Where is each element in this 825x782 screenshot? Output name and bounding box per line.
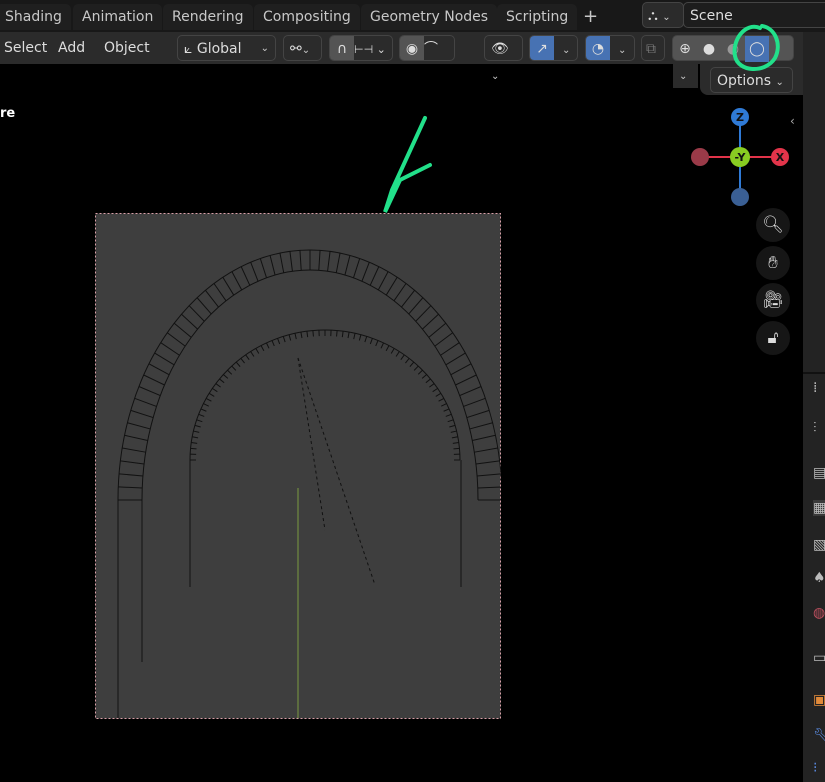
gizmo-neg-x-axis — [691, 148, 709, 166]
zoom-icon[interactable]: 🔍︎ — [756, 208, 790, 242]
navigation-gizmo: Z X -Y — [691, 108, 789, 206]
modifier-properties-icon[interactable]: 🔧︎ — [813, 728, 825, 744]
collection-properties-icon[interactable]: ▭ — [813, 650, 825, 666]
lock-icon[interactable]: 🔓︎ — [756, 321, 790, 355]
arch-tick — [336, 330, 338, 337]
particles-icon[interactable]: ⁝ — [813, 760, 817, 776]
arch-tick — [312, 330, 314, 337]
svg-text:-Y: -Y — [735, 151, 747, 164]
annotation-circle — [732, 24, 780, 71]
scene-properties-icon[interactable]: ♠ — [813, 570, 825, 586]
gizmo-neg-z-axis — [731, 188, 749, 206]
annotation-arrow — [383, 116, 432, 213]
output-properties-icon[interactable]: ▦ — [813, 500, 825, 516]
world-properties-icon[interactable]: ◍ — [813, 605, 825, 621]
render-properties-icon[interactable]: ▤ — [813, 465, 825, 481]
object-properties-icon[interactable]: ▣ — [813, 692, 825, 708]
arch-tick — [453, 447, 460, 450]
annotation-strokes — [383, 24, 780, 213]
viewport-drawing: Z X -Y — [95, 24, 789, 719]
svg-text:X: X — [776, 151, 785, 164]
pan-hand-icon[interactable]: ✋︎ — [756, 246, 790, 280]
view-layer-icon[interactable]: ▧ — [813, 537, 825, 553]
camera-view-icon[interactable]: 🎥︎ — [756, 283, 790, 317]
tool-settings-icon[interactable]: ⫶ — [813, 420, 817, 436]
svg-text:Z: Z — [736, 111, 744, 124]
tool-tab-icon[interactable]: ⁞ — [813, 380, 817, 396]
arch-tick — [190, 447, 197, 450]
properties-editor-edge — [803, 32, 825, 782]
